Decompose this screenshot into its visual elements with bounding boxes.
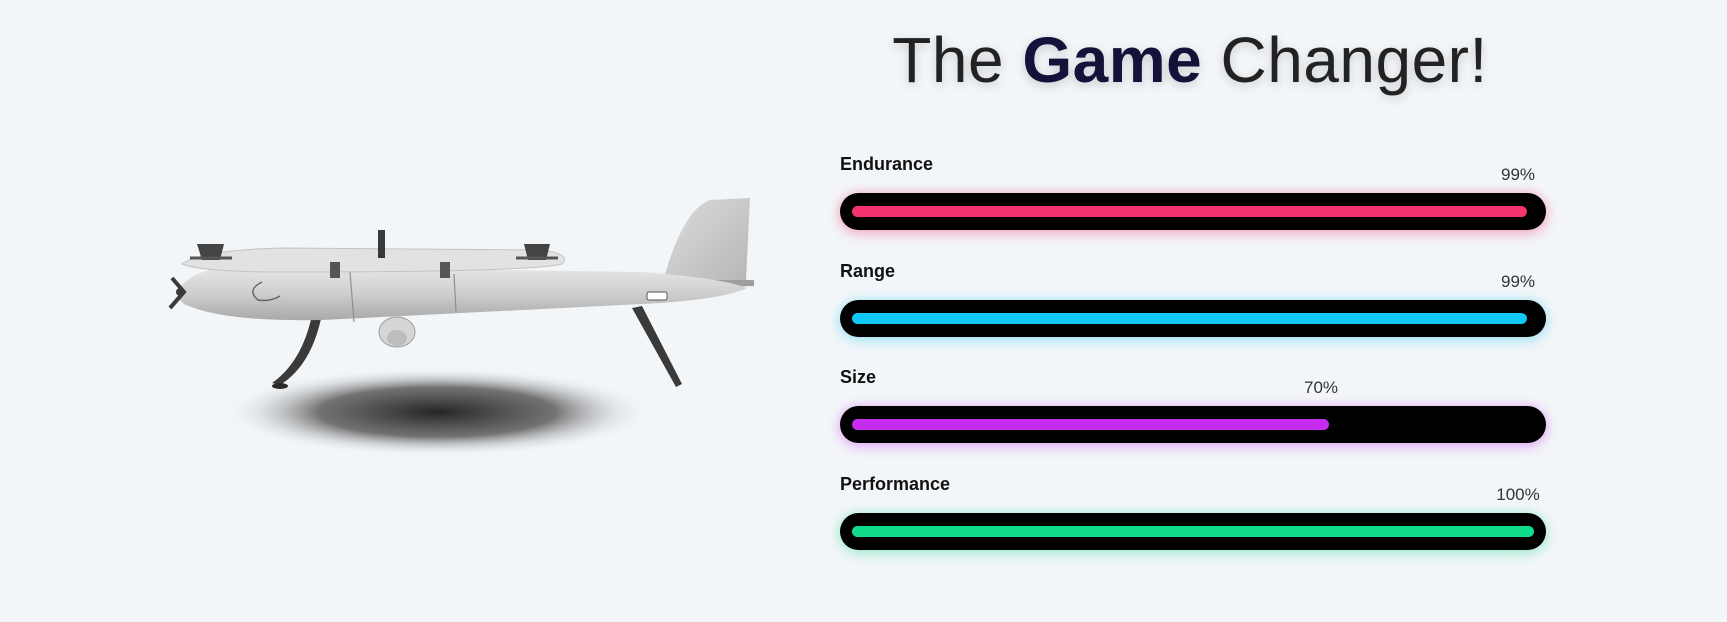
skill-percent: 70% <box>1303 378 1339 397</box>
progress-fill <box>852 419 1329 430</box>
progress-track <box>840 512 1546 550</box>
skill-size: Size 70% <box>840 363 1546 470</box>
skill-label: Performance <box>840 473 951 494</box>
skill-label: Range <box>840 260 896 281</box>
skill-percent: 99% <box>1500 271 1536 291</box>
title-suffix: Changer! <box>1202 24 1488 96</box>
progress-fill <box>852 525 1534 537</box>
progress-track <box>840 406 1546 443</box>
skill-bars: Endurance 99% Range 99% Size 70% Perform… <box>840 150 1546 576</box>
skill-label: Endurance <box>840 154 934 174</box>
page-title: The Game Changer! <box>840 20 1540 100</box>
progress-fill <box>852 206 1527 217</box>
page: The Game Changer! Endurance 99% Range 99… <box>0 0 1727 622</box>
skill-percent: 100% <box>1496 484 1540 504</box>
progress-track <box>840 299 1546 337</box>
skill-percent: 99% <box>1500 165 1536 184</box>
skill-range: Range 99% <box>840 257 1546 364</box>
vtol-drone-icon <box>168 198 754 457</box>
title-accent: Game <box>1022 24 1203 96</box>
title-prefix: The <box>892 24 1023 96</box>
skill-endurance: Endurance 99% <box>840 150 1546 257</box>
skill-performance: Performance 100% <box>840 470 1546 577</box>
progress-fill <box>852 312 1527 324</box>
drone-image <box>162 180 780 470</box>
skill-label: Size <box>840 367 877 387</box>
progress-track <box>840 193 1546 230</box>
